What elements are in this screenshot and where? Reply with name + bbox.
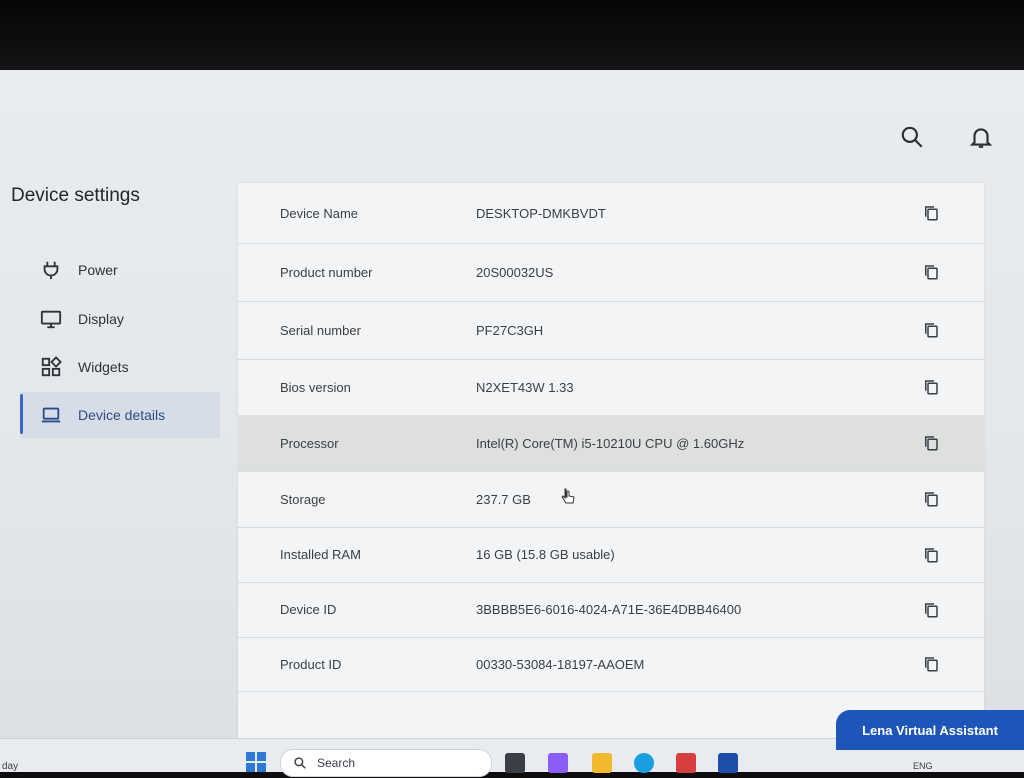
bell-icon[interactable] bbox=[968, 124, 994, 150]
widgets-icon bbox=[40, 356, 62, 378]
detail-row-bios-version: Bios version N2XET43W 1.33 bbox=[238, 359, 984, 416]
sidebar-item-power[interactable]: Power bbox=[20, 248, 220, 292]
detail-row-processor: Processor Intel(R) Core(TM) i5-10210U CP… bbox=[238, 415, 984, 472]
power-plug-icon bbox=[40, 259, 62, 281]
taskbar-weather-text: day bbox=[2, 761, 19, 772]
copy-icon[interactable] bbox=[922, 655, 940, 673]
detail-value: 3BBBB5E6-6016-4024-A71E-36E4DBB46400 bbox=[476, 602, 742, 617]
copy-icon[interactable] bbox=[922, 490, 940, 508]
search-icon[interactable] bbox=[899, 124, 925, 150]
laptop-icon bbox=[40, 404, 62, 426]
detail-row-device-id: Device ID 3BBBB5E6-6016-4024-A71E-36E4DB… bbox=[238, 582, 984, 638]
detail-label: Processor bbox=[280, 435, 339, 451]
sidebar-item-display[interactable]: Display bbox=[20, 297, 220, 341]
sidebar-item-label: Device details bbox=[78, 407, 166, 423]
sidebar-item-device-details[interactable]: Device details bbox=[20, 392, 220, 438]
copy-icon[interactable] bbox=[922, 434, 940, 452]
detail-label: Serial number bbox=[280, 322, 361, 338]
detail-value: PF27C3GH bbox=[476, 322, 544, 338]
language-indicator[interactable]: ENG bbox=[913, 761, 933, 771]
screen-bezel bbox=[0, 0, 1024, 70]
detail-row-device-name: Device Name DESKTOP-DMKBVDT bbox=[238, 183, 984, 244]
detail-label: Bios version bbox=[280, 379, 351, 395]
lenovo-app-icon[interactable] bbox=[718, 753, 738, 773]
taskbar-search[interactable]: Search bbox=[280, 749, 492, 777]
search-icon bbox=[294, 757, 306, 769]
sidebar-item-label: Power bbox=[78, 262, 118, 278]
store-icon[interactable] bbox=[676, 753, 696, 773]
detail-row-product-number: Product number 20S00032US bbox=[238, 243, 984, 302]
virtual-assistant-button[interactable]: Lena Virtual Assistant bbox=[836, 710, 1024, 750]
app-window: Device settings Power Display Widgets De… bbox=[0, 70, 1024, 755]
detail-row-installed-ram: Installed RAM 16 GB (15.8 GB usable) bbox=[238, 527, 984, 583]
detail-label: Device ID bbox=[280, 602, 337, 617]
detail-row-product-id: Product ID 00330-53084-18197-AAOEM bbox=[238, 637, 984, 692]
hand-cursor-icon bbox=[560, 488, 576, 508]
page-title: Device settings bbox=[11, 185, 140, 206]
copy-icon[interactable] bbox=[922, 204, 940, 222]
detail-label: Installed RAM bbox=[280, 547, 361, 562]
sidebar-item-widgets[interactable]: Widgets bbox=[20, 345, 220, 389]
detail-value: Intel(R) Core(TM) i5-10210U CPU @ 1.60GH… bbox=[476, 435, 745, 451]
detail-row-storage: Storage 237.7 GB bbox=[238, 471, 984, 528]
sidebar-item-label: Display bbox=[78, 311, 124, 327]
copy-icon[interactable] bbox=[922, 546, 940, 564]
detail-value: 20S00032US bbox=[476, 264, 554, 280]
copilot-icon[interactable] bbox=[548, 753, 568, 773]
copy-icon[interactable] bbox=[922, 601, 940, 619]
detail-value: N2XET43W 1.33 bbox=[476, 379, 574, 395]
copy-icon[interactable] bbox=[922, 263, 940, 281]
detail-value: 237.7 GB bbox=[476, 491, 531, 507]
task-view-icon[interactable] bbox=[505, 753, 525, 773]
windows-start-icon[interactable] bbox=[245, 751, 267, 773]
detail-label: Product ID bbox=[280, 656, 342, 672]
detail-row-serial-number: Serial number PF27C3GH bbox=[238, 301, 984, 360]
edge-browser-icon[interactable] bbox=[634, 753, 654, 773]
detail-label: Product number bbox=[280, 264, 373, 280]
sidebar-item-label: Widgets bbox=[78, 359, 129, 375]
detail-value: 00330-53084-18197-AAOEM bbox=[476, 656, 645, 672]
detail-value: DESKTOP-DMKBVDT bbox=[476, 205, 606, 221]
file-explorer-icon[interactable] bbox=[592, 753, 612, 773]
detail-value: 16 GB (15.8 GB usable) bbox=[476, 547, 615, 562]
copy-icon[interactable] bbox=[922, 321, 940, 339]
detail-label: Device Name bbox=[280, 205, 359, 221]
copy-icon[interactable] bbox=[922, 378, 940, 396]
taskbar-search-placeholder: Search bbox=[317, 756, 356, 770]
monitor-icon bbox=[40, 308, 62, 330]
detail-label: Storage bbox=[280, 491, 326, 507]
device-details-panel: Device Name DESKTOP-DMKBVDT Product numb… bbox=[238, 183, 984, 755]
